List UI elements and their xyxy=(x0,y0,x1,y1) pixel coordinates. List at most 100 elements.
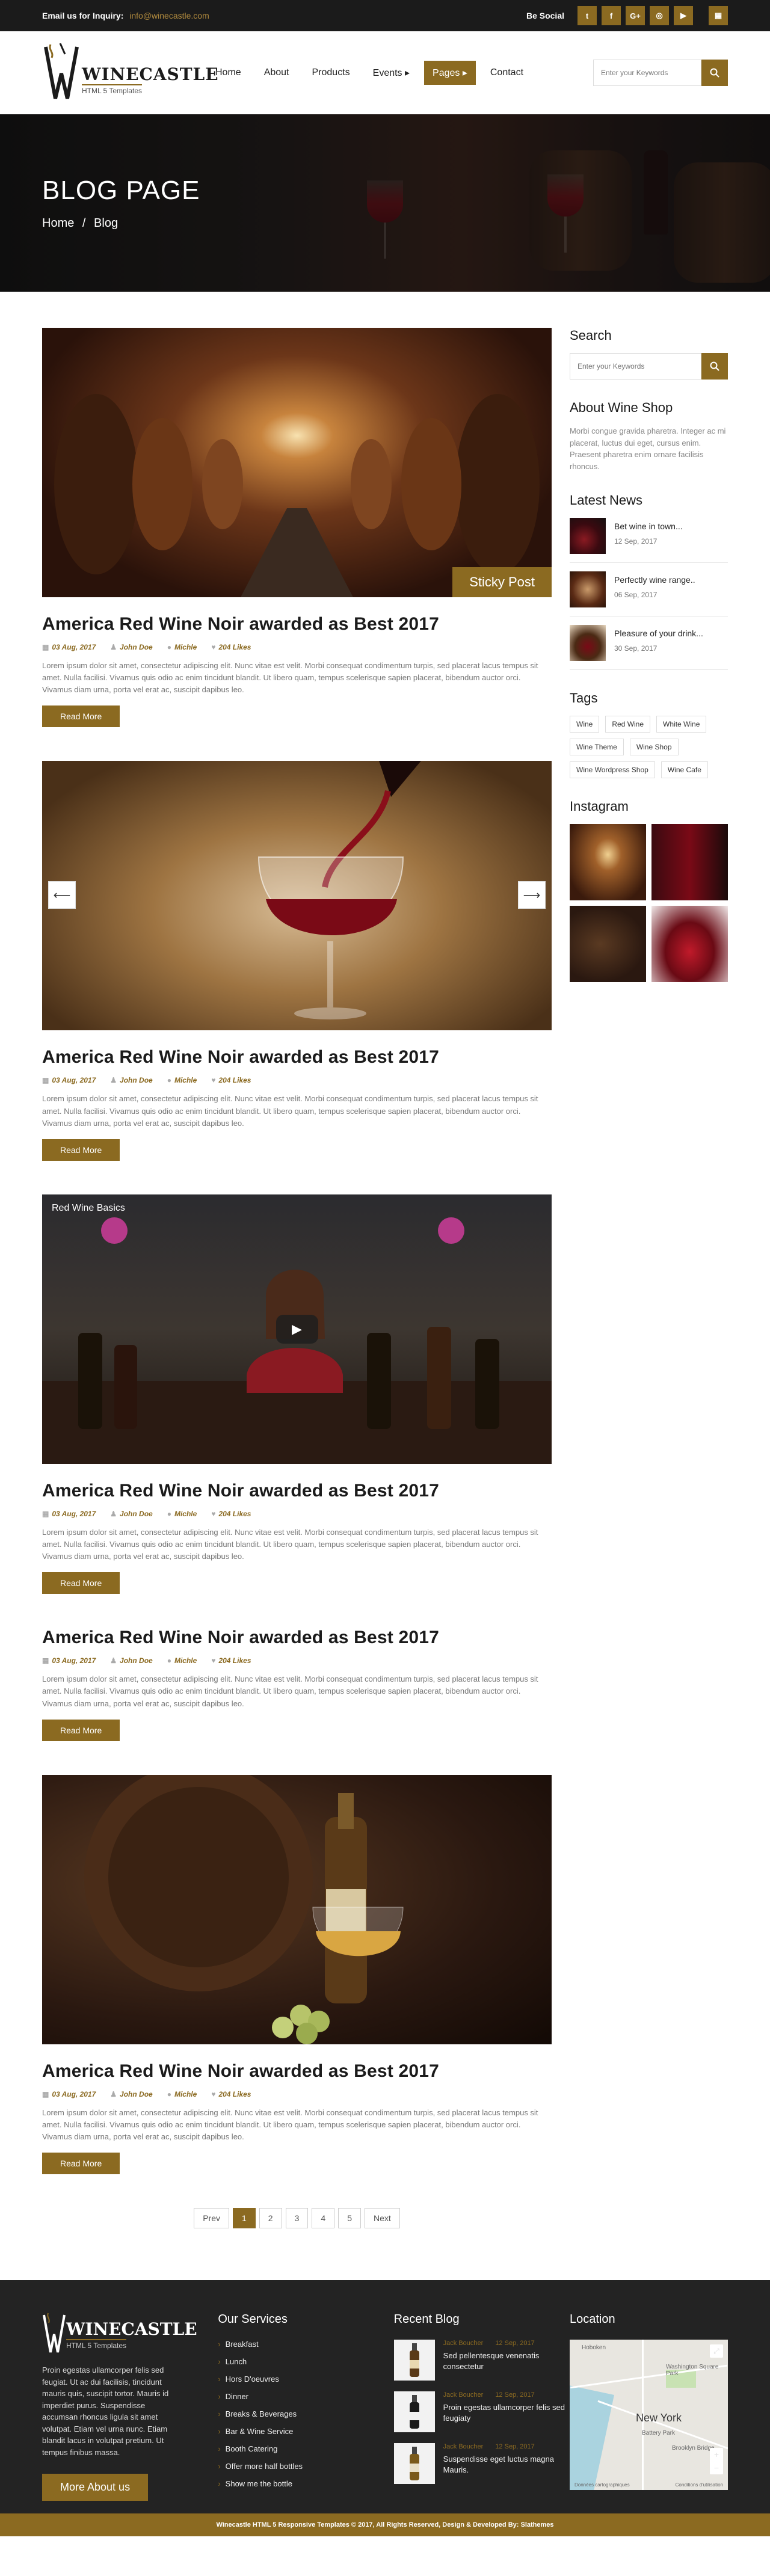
facebook-icon[interactable]: f xyxy=(602,6,621,25)
post-author[interactable]: ♟ John Doe xyxy=(110,1076,152,1084)
google-plus-icon[interactable]: G+ xyxy=(626,6,645,25)
post-category[interactable]: ● Michle xyxy=(167,1656,197,1665)
map-attribution: Données cartographiques xyxy=(574,2482,630,2488)
site-logo[interactable]: WINECASTLE HTML 5 Templates xyxy=(42,43,218,102)
recent-blog-item[interactable]: Jack Boucher 12 Sep, 2017 Suspendisse eget… xyxy=(393,2443,570,2485)
more-about-button[interactable]: More About us xyxy=(42,2474,149,2501)
inquiry-email-link[interactable]: info@winecastle.com xyxy=(129,11,209,20)
page-banner: BLOG PAGE Home / Blog xyxy=(0,114,770,292)
pagination-page-3[interactable]: 3 xyxy=(285,2208,309,2229)
chevron-right-icon: › xyxy=(218,2392,221,2402)
news-item[interactable]: Pleasure of your drink... 30 Sep, 2017 xyxy=(570,625,728,670)
calendar-icon: ▦ xyxy=(42,1656,49,1665)
location-map[interactable]: Hoboken Washington Square Park New York … xyxy=(569,2340,728,2491)
footer-location: Location Hoboken Washington Square Park … xyxy=(569,2313,728,2536)
read-more-button[interactable]: Read More xyxy=(42,705,120,728)
slider-prev-arrow-icon[interactable]: ⟵ xyxy=(48,881,76,909)
post-likes[interactable]: ♥ 204 Likes xyxy=(211,643,251,651)
blog-post: America Red Wine Noir awarded as Best 20… xyxy=(42,1628,552,1741)
read-more-button[interactable]: Read More xyxy=(42,1139,120,1161)
service-item[interactable]: › Booth Catering xyxy=(218,2444,393,2453)
play-icon[interactable]: ▶ xyxy=(276,1314,318,1344)
nav-home[interactable]: Home xyxy=(207,61,250,84)
tag-link[interactable]: Wine Wordpress Shop xyxy=(570,761,655,778)
post-author[interactable]: ♟ John Doe xyxy=(110,1510,152,1518)
recent-blog-item[interactable]: Jack Boucher 12 Sep, 2017 Sed pellentesque… xyxy=(393,2340,570,2381)
fullscreen-icon[interactable]: ⤢ xyxy=(709,2344,723,2358)
service-item[interactable]: › Hors D'oeuvres xyxy=(218,2375,393,2384)
breadcrumb-home[interactable]: Home xyxy=(42,217,74,230)
tag-link[interactable]: White Wine xyxy=(656,716,707,733)
read-more-button[interactable]: Read More xyxy=(42,1719,120,1741)
pagination-page-1[interactable]: 1 xyxy=(233,2208,256,2229)
tag-link[interactable]: Wine xyxy=(570,716,600,733)
instagram-photo[interactable] xyxy=(651,906,728,982)
pagination-page-4[interactable]: 4 xyxy=(312,2208,335,2229)
nav-events[interactable]: Events ▸ xyxy=(365,61,418,85)
service-item[interactable]: › Bar & Wine Service xyxy=(218,2427,393,2436)
nav-contact[interactable]: Contact xyxy=(482,61,532,84)
read-more-button[interactable]: Read More xyxy=(42,1572,120,1594)
post-likes[interactable]: ♥ 204 Likes xyxy=(211,1656,251,1665)
post-category[interactable]: ● Michle xyxy=(167,643,197,651)
service-item[interactable]: › Breaks & Beverages xyxy=(218,2409,393,2418)
blog-list: Sticky Post America Red Wine Noir awarde… xyxy=(42,328,552,2280)
tag-link[interactable]: Wine Theme xyxy=(570,739,624,755)
twitter-icon[interactable]: t xyxy=(578,6,597,25)
youtube-icon[interactable]: ▶ xyxy=(674,6,693,25)
search-icon[interactable] xyxy=(701,353,728,380)
search-icon[interactable] xyxy=(701,60,728,86)
tag-link[interactable]: Wine Shop xyxy=(629,739,679,755)
recent-blog-item[interactable]: Jack Boucher 12 Sep, 2017 Proin egestas ul… xyxy=(393,2391,570,2433)
tag-link[interactable]: Red Wine xyxy=(605,716,651,733)
instagram-photo[interactable] xyxy=(570,906,646,982)
post-category[interactable]: ● Michle xyxy=(167,1076,197,1084)
post-likes[interactable]: ♥ 204 Likes xyxy=(211,1510,251,1518)
service-item[interactable]: › Lunch xyxy=(218,2357,393,2366)
pagination-page-5[interactable]: 5 xyxy=(338,2208,361,2229)
service-item[interactable]: › Dinner xyxy=(218,2392,393,2401)
post-title[interactable]: America Red Wine Noir awarded as Best 20… xyxy=(42,614,552,635)
post-likes[interactable]: ♥ 204 Likes xyxy=(211,1076,251,1084)
post-image-cellar[interactable]: Sticky Post xyxy=(42,328,552,597)
post-title[interactable]: America Red Wine Noir awarded as Best 20… xyxy=(42,2061,552,2082)
tag-link[interactable]: Wine Cafe xyxy=(661,761,708,778)
instagram-icon[interactable]: ◎ xyxy=(650,6,669,25)
post-title[interactable]: America Red Wine Noir awarded as Best 20… xyxy=(42,1047,552,1068)
pagination-next[interactable]: Next xyxy=(364,2208,400,2229)
news-item[interactable]: Bet wine in town... 12 Sep, 2017 xyxy=(570,518,728,563)
service-item[interactable]: › Show me the bottle xyxy=(218,2479,393,2488)
breadcrumb-separator: / xyxy=(82,217,86,230)
nav-pages[interactable]: Pages ▸ xyxy=(424,61,476,85)
post-title[interactable]: America Red Wine Noir awarded as Best 20… xyxy=(42,1481,552,1501)
instagram-photo[interactable] xyxy=(651,824,728,900)
instagram-photo[interactable] xyxy=(570,824,646,900)
nav-about[interactable]: About xyxy=(256,61,298,84)
post-author[interactable]: ♟ John Doe xyxy=(110,2090,152,2098)
pagination-page-2[interactable]: 2 xyxy=(259,2208,282,2229)
post-image-slider[interactable]: ⟵ ⟶ xyxy=(42,761,552,1031)
service-item[interactable]: › Offer more half bottles xyxy=(218,2462,393,2471)
pagination-prev[interactable]: Prev xyxy=(194,2208,229,2229)
service-item[interactable]: › Breakfast xyxy=(218,2340,393,2349)
sidebar-search-input[interactable] xyxy=(570,353,701,380)
footer-logo[interactable]: WINECASTLE HTML 5 Templates xyxy=(42,2313,218,2355)
post-author[interactable]: ♟ John Doe xyxy=(110,1656,152,1665)
slider-next-arrow-icon[interactable]: ⟶ xyxy=(518,881,546,909)
calendar-icon[interactable]: ▦ xyxy=(709,6,728,25)
post-category[interactable]: ● Michle xyxy=(167,2090,197,2098)
zoom-controls[interactable]: + − xyxy=(709,2448,723,2475)
map-terms-link[interactable]: Conditions d'utilisation xyxy=(676,2482,723,2488)
read-more-button[interactable]: Read More xyxy=(42,2153,120,2175)
post-category[interactable]: ● Michle xyxy=(167,1510,197,1518)
post-title[interactable]: America Red Wine Noir awarded as Best 20… xyxy=(42,1628,552,1648)
post-date: ▦ 03 Aug, 2017 xyxy=(42,2089,96,2098)
post-likes[interactable]: ♥ 204 Likes xyxy=(211,2090,251,2098)
post-image-barrel[interactable] xyxy=(42,1774,552,2044)
nav-products[interactable]: Products xyxy=(304,61,359,84)
header-search-input[interactable] xyxy=(593,60,701,86)
post-author[interactable]: ♟ John Doe xyxy=(110,643,152,651)
news-item[interactable]: Perfectly wine range.. 06 Sep, 2017 xyxy=(570,571,728,616)
comment-icon: ● xyxy=(167,1656,171,1665)
post-video[interactable]: Red Wine Basics ▶ xyxy=(42,1194,552,1464)
